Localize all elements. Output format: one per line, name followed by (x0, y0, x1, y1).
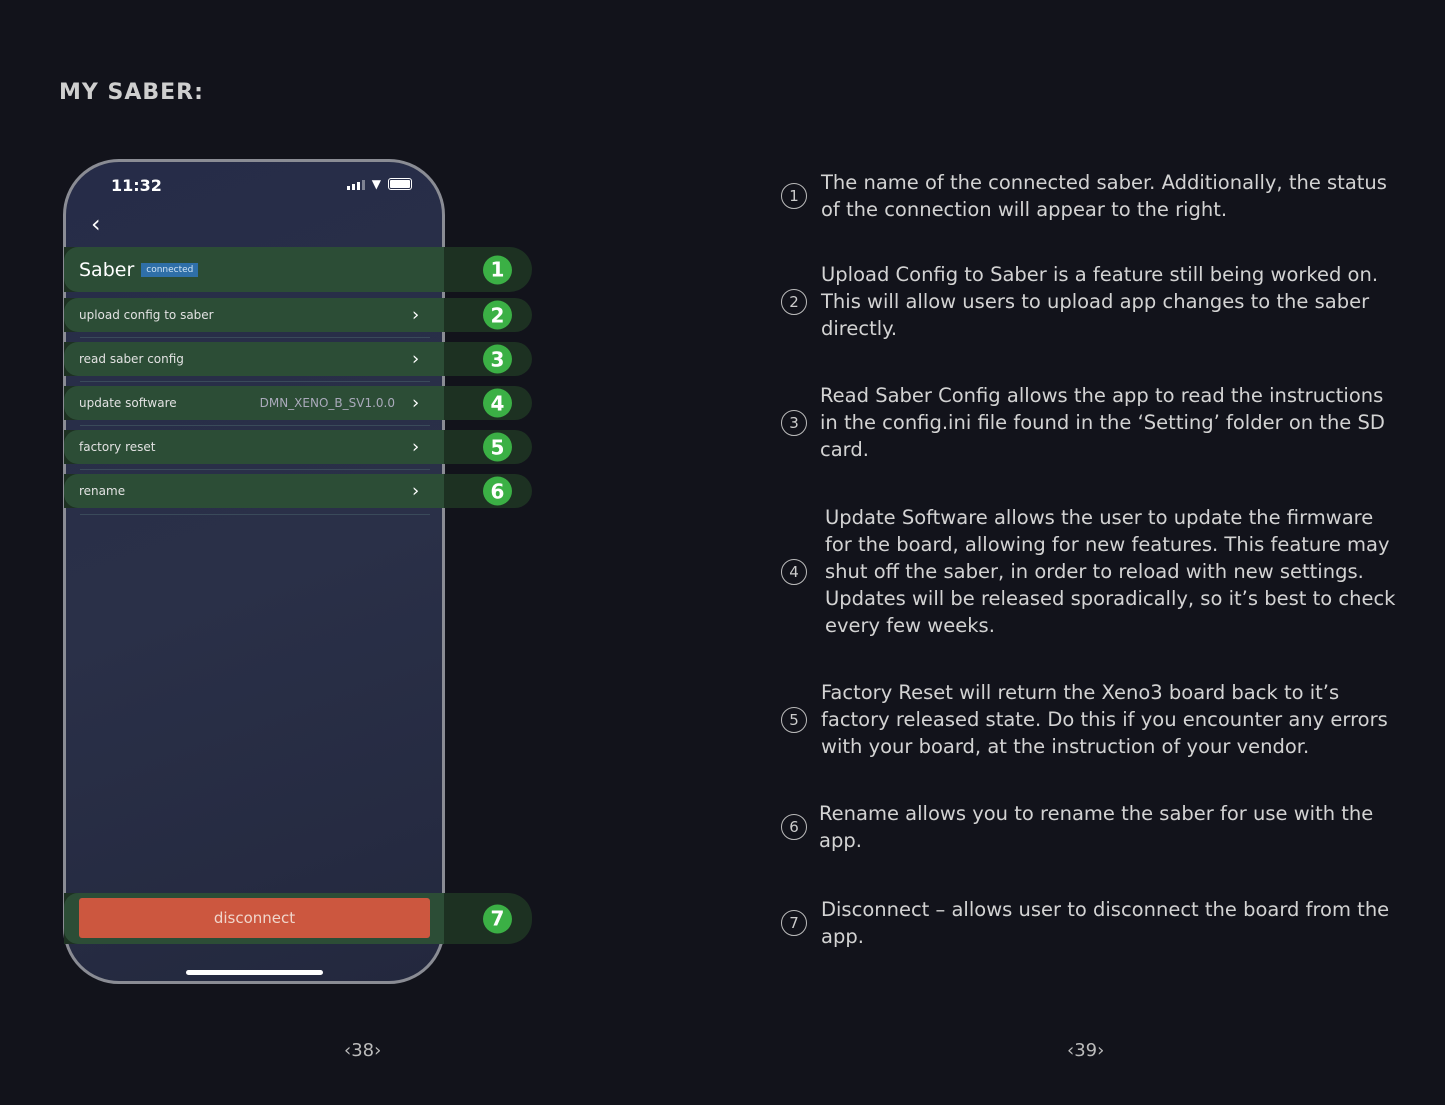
divider (80, 381, 430, 382)
row-label: upload config to saber (79, 308, 214, 322)
number-circle: 7 (781, 910, 807, 936)
description-text: Read Saber Config allows the app to read… (820, 384, 1385, 461)
callout-3: 3 (483, 344, 512, 374)
battery-icon (388, 178, 412, 190)
description-6: 6 Rename allows you to rename the saber f… (781, 800, 1399, 854)
number-circle: 1 (781, 183, 807, 209)
chevron-right-icon: › (412, 348, 420, 370)
row-upload-config[interactable]: upload config to saber › 2 (64, 298, 532, 332)
signal-icon (346, 180, 365, 190)
callout-7: 7 (483, 904, 512, 933)
description-4: 4 Update Software allows the user to upda… (781, 504, 1405, 639)
status-badge: connected (141, 262, 199, 277)
description-text: The name of the connected saber. Additio… (821, 171, 1387, 221)
back-chevron-icon[interactable]: ‹ (91, 210, 101, 238)
home-indicator (186, 970, 323, 975)
number-circle: 2 (781, 288, 807, 315)
number-circle: 5 (781, 706, 807, 733)
divider (80, 425, 430, 426)
row-label: factory reset (79, 440, 156, 454)
disconnect-row: disconnect 7 (64, 893, 532, 944)
chevron-right-icon: › (412, 480, 420, 502)
divider (80, 514, 430, 515)
row-rename[interactable]: rename › 6 (64, 474, 532, 508)
number-circle: 6 (781, 814, 807, 840)
divider (80, 337, 430, 338)
row-factory-reset[interactable]: factory reset › 5 (64, 430, 532, 464)
callout-5: 5 (483, 432, 512, 462)
callout-4: 4 (483, 388, 512, 418)
description-2: 2 Upload Config to Saber is a feature sti… (781, 261, 1401, 342)
software-version: DMN_XENO_B_SV1.0.0 (259, 396, 395, 410)
divider (80, 469, 430, 470)
callout-2: 2 (483, 300, 512, 330)
description-1: 1 The name of the connected saber. Additi… (781, 169, 1401, 223)
callout-6: 6 (483, 476, 512, 506)
chevron-right-icon: › (412, 436, 420, 458)
number-circle: 3 (781, 409, 807, 436)
page-number-right: ‹39› (1067, 1040, 1105, 1061)
status-icons: ▼ (346, 177, 412, 191)
description-text: Update Software allows the user to updat… (825, 506, 1396, 637)
page-title: MY SABER: (59, 80, 204, 105)
row-label: read saber config (79, 352, 184, 366)
description-text: Factory Reset will return the Xeno3 boar… (821, 681, 1388, 758)
chevron-right-icon: › (412, 392, 420, 414)
chevron-right-icon: › (412, 304, 420, 326)
description-text: Disconnect – allows user to disconnect t… (821, 898, 1390, 948)
row-label: update software (79, 396, 177, 410)
description-7: 7 Disconnect – allows user to disconnect … (781, 896, 1401, 950)
wifi-icon: ▼ (371, 177, 381, 191)
callout-1: 1 (483, 255, 512, 284)
saber-name: Saber (79, 258, 135, 281)
saber-header-row: Saber connected 1 (64, 247, 532, 292)
page-number-left: ‹38› (344, 1040, 382, 1061)
disconnect-button[interactable]: disconnect (79, 898, 430, 938)
description-text: Rename allows you to rename the saber fo… (819, 802, 1374, 852)
row-update-software[interactable]: update software DMN_XENO_B_SV1.0.0 › 4 (64, 386, 532, 420)
description-5: 5 Factory Reset will return the Xeno3 boa… (781, 679, 1401, 760)
row-read-config[interactable]: read saber config › 3 (64, 342, 532, 376)
number-circle: 4 (781, 558, 807, 585)
description-3: 3 Read Saber Config allows the app to rea… (781, 382, 1400, 463)
row-label: rename (79, 484, 126, 498)
description-text: Upload Config to Saber is a feature stil… (821, 263, 1379, 340)
status-time: 11:32 (111, 176, 162, 195)
